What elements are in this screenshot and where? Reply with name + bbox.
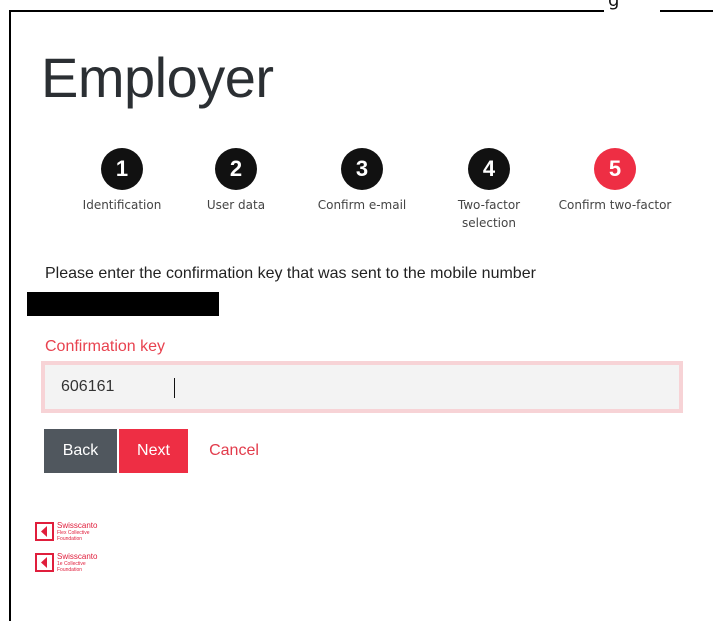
logo-text: Swisscanto Flex Collective Foundation bbox=[57, 521, 98, 543]
top-border-line bbox=[9, 10, 604, 12]
step-label: Two-factor selection bbox=[457, 198, 521, 230]
instruction-text: Please enter the confirmation key that w… bbox=[45, 265, 536, 282]
clipped-header-text: g bbox=[608, 0, 620, 11]
window-top-border: g bbox=[0, 0, 713, 14]
confirmation-key-label: Confirmation key bbox=[45, 338, 166, 355]
step-two-factor-selection: 4 Two-factor selection bbox=[429, 148, 549, 232]
step-number: 3 bbox=[341, 148, 383, 190]
confirmation-key-input[interactable] bbox=[45, 365, 679, 409]
step-user-data: 2 User data bbox=[176, 148, 296, 214]
logo-subline: Foundation bbox=[57, 567, 83, 573]
step-label: Identification bbox=[82, 198, 162, 212]
step-identification: 1 Identification bbox=[62, 148, 182, 214]
logo-text: Swisscanto 1e Collective Foundation bbox=[57, 552, 98, 574]
swisscanto-chevron-icon bbox=[35, 553, 54, 572]
page-title: Employer bbox=[41, 46, 274, 109]
window-left-border bbox=[9, 10, 11, 621]
logo-subline: Foundation bbox=[57, 536, 83, 542]
text-cursor bbox=[174, 378, 175, 398]
cancel-button[interactable]: Cancel bbox=[196, 429, 272, 473]
step-confirm-email: 3 Confirm e-mail bbox=[302, 148, 422, 214]
confirmation-key-field-wrapper bbox=[41, 361, 683, 413]
progress-stepper: 1 Identification 2 User data 3 Confirm e… bbox=[0, 148, 713, 243]
swisscanto-chevron-icon bbox=[35, 522, 54, 541]
step-number: 2 bbox=[215, 148, 257, 190]
step-label: User data bbox=[206, 198, 266, 212]
logo-brand: Swisscanto bbox=[57, 552, 98, 561]
footer-logo: Swisscanto 1e Collective Foundation bbox=[35, 553, 97, 577]
next-button[interactable]: Next bbox=[119, 429, 188, 473]
top-border-line bbox=[660, 10, 713, 12]
step-confirm-two-factor: 5 Confirm two-factor bbox=[555, 148, 675, 214]
back-button[interactable]: Back bbox=[44, 429, 117, 473]
footer-logo: Swisscanto Flex Collective Foundation bbox=[35, 522, 97, 546]
step-label: Confirm two-factor bbox=[558, 198, 672, 212]
step-label: Confirm e-mail bbox=[317, 198, 407, 212]
step-number: 4 bbox=[468, 148, 510, 190]
step-number: 1 bbox=[101, 148, 143, 190]
step-number: 5 bbox=[594, 148, 636, 190]
logo-brand: Swisscanto bbox=[57, 521, 98, 530]
redacted-phone-number bbox=[27, 292, 219, 316]
